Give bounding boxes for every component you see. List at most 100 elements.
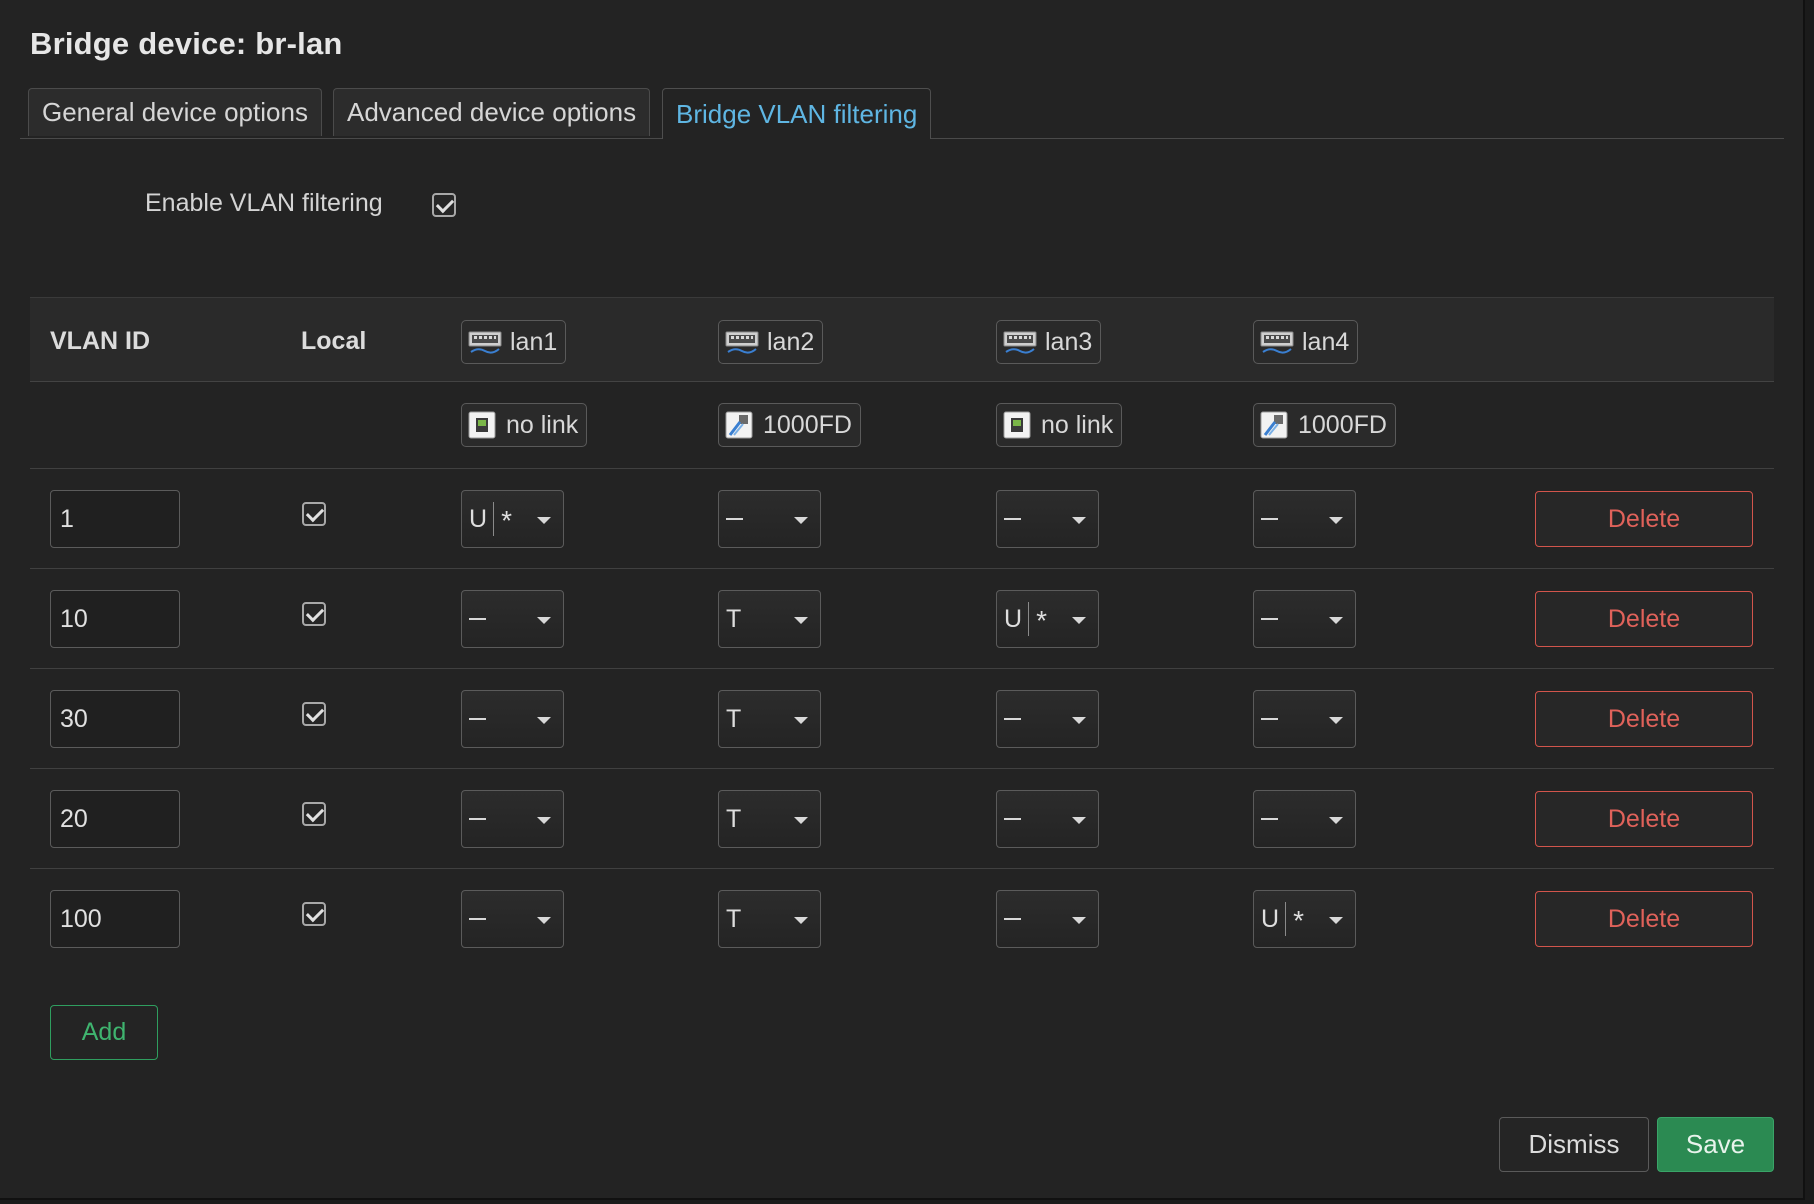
- dismiss-button[interactable]: Dismiss: [1499, 1117, 1649, 1172]
- column-header-vlan-id: VLAN ID: [50, 327, 150, 355]
- port-name: lan3: [1045, 327, 1093, 356]
- mode-separator: [1028, 602, 1030, 636]
- mode-dash: [1261, 718, 1278, 720]
- port-mode-select-lan2[interactable]: T: [718, 590, 821, 648]
- row-divider: [30, 468, 1774, 469]
- mode-dash: [1261, 518, 1278, 520]
- row-divider: [30, 668, 1774, 669]
- ethernet-port-icon: [1260, 331, 1294, 354]
- mode-value: T: [726, 804, 742, 833]
- port-header-lan1: lan1: [461, 320, 567, 364]
- port-header-lan4: lan4: [1253, 320, 1359, 364]
- add-button[interactable]: Add: [50, 1005, 158, 1060]
- port-name: lan4: [1302, 327, 1350, 356]
- tab-advanced-device-options[interactable]: Advanced device options: [333, 88, 651, 136]
- mode-value: T: [726, 904, 742, 933]
- mode-dash: [1004, 518, 1021, 520]
- primary-vid-marker: *: [501, 505, 512, 536]
- enable-vlan-filtering-label: Enable VLAN filtering: [145, 189, 383, 217]
- port-mode-select-lan3[interactable]: U *: [996, 590, 1099, 648]
- port-mode-select-lan4[interactable]: U *: [1253, 890, 1356, 948]
- vlan-id-input[interactable]: [50, 590, 180, 648]
- mode-dash: [1004, 718, 1021, 720]
- mode-dash: [469, 718, 486, 720]
- mode-dash: [469, 618, 486, 620]
- enable-vlan-filtering-checkbox[interactable]: [432, 193, 456, 217]
- vlan-id-input[interactable]: [50, 690, 180, 748]
- mode-dash: [1261, 618, 1278, 620]
- port-status-text: no link: [1041, 410, 1114, 439]
- vlan-id-input[interactable]: [50, 890, 180, 948]
- port-mode-select-lan1[interactable]: [461, 690, 564, 748]
- tab-general-device-options[interactable]: General device options: [28, 88, 322, 136]
- port-status-text: 1000FD: [763, 410, 852, 439]
- mode-value: T: [726, 604, 742, 633]
- chevron-down-icon: [1072, 517, 1086, 524]
- mode-value: U: [1261, 904, 1280, 933]
- local-checkbox[interactable]: [302, 702, 326, 726]
- port-mode-select-lan4[interactable]: [1253, 690, 1356, 748]
- row-divider: [30, 868, 1774, 869]
- port-mode-select-lan1[interactable]: [461, 890, 564, 948]
- chevron-down-icon: [537, 617, 551, 624]
- chevron-down-icon: [794, 617, 808, 624]
- mode-dash: [1004, 918, 1021, 920]
- port-mode-select-lan3[interactable]: [996, 690, 1099, 748]
- port-mode-select-lan2[interactable]: [718, 490, 821, 548]
- mode-value: U: [1004, 604, 1023, 633]
- chevron-down-icon: [794, 817, 808, 824]
- port-mode-select-lan4[interactable]: [1253, 490, 1356, 548]
- mode-dash: [469, 818, 486, 820]
- vlan-id-input[interactable]: [50, 790, 180, 848]
- vlan-id-input[interactable]: [50, 490, 180, 548]
- port-status-text: 1000FD: [1298, 410, 1387, 439]
- primary-vid-marker: *: [1036, 605, 1047, 636]
- chevron-down-icon: [537, 717, 551, 724]
- delete-button[interactable]: Delete: [1535, 791, 1753, 847]
- mode-dash: [726, 518, 743, 520]
- port-mode-select-lan3[interactable]: [996, 790, 1099, 848]
- tab-bar: General device options Advanced device o…: [20, 88, 1784, 139]
- port-disconnected-icon: [1003, 411, 1031, 439]
- ethernet-port-icon: [1003, 331, 1037, 354]
- port-mode-select-lan1[interactable]: [461, 790, 564, 848]
- chevron-down-icon: [1072, 717, 1086, 724]
- chevron-down-icon: [1329, 917, 1343, 924]
- port-disconnected-icon: [468, 411, 496, 439]
- ethernet-port-icon: [468, 331, 502, 354]
- port-name: lan1: [510, 327, 558, 356]
- port-name: lan2: [767, 327, 815, 356]
- port-mode-select-lan3[interactable]: [996, 490, 1099, 548]
- delete-button[interactable]: Delete: [1535, 591, 1753, 647]
- port-mode-select-lan1[interactable]: [461, 590, 564, 648]
- port-mode-select-lan3[interactable]: [996, 890, 1099, 948]
- port-mode-select-lan1[interactable]: U *: [461, 490, 564, 548]
- mode-value: U: [469, 504, 488, 533]
- port-status-lan3: no link: [996, 403, 1123, 447]
- bridge-device-dialog: Bridge device: br-lan General device opt…: [0, 0, 1805, 1200]
- chevron-down-icon: [537, 517, 551, 524]
- port-status-text: no link: [506, 410, 579, 439]
- port-mode-select-lan2[interactable]: T: [718, 690, 821, 748]
- local-checkbox[interactable]: [302, 602, 326, 626]
- port-mode-select-lan4[interactable]: [1253, 790, 1356, 848]
- local-checkbox[interactable]: [302, 802, 326, 826]
- delete-button[interactable]: Delete: [1535, 891, 1753, 947]
- port-mode-select-lan4[interactable]: [1253, 590, 1356, 648]
- local-checkbox[interactable]: [302, 502, 326, 526]
- mode-dash: [1261, 818, 1278, 820]
- chevron-down-icon: [537, 817, 551, 824]
- port-header-lan3: lan3: [996, 320, 1102, 364]
- local-checkbox[interactable]: [302, 902, 326, 926]
- primary-vid-marker: *: [1293, 905, 1304, 936]
- chevron-down-icon: [1072, 617, 1086, 624]
- chevron-down-icon: [1329, 617, 1343, 624]
- delete-button[interactable]: Delete: [1535, 691, 1753, 747]
- column-header-local: Local: [301, 327, 367, 355]
- port-mode-select-lan2[interactable]: T: [718, 890, 821, 948]
- tab-bridge-vlan-filtering[interactable]: Bridge VLAN filtering: [662, 88, 932, 139]
- port-status-lan1: no link: [461, 403, 588, 447]
- save-button[interactable]: Save: [1657, 1117, 1774, 1172]
- delete-button[interactable]: Delete: [1535, 491, 1753, 547]
- port-mode-select-lan2[interactable]: T: [718, 790, 821, 848]
